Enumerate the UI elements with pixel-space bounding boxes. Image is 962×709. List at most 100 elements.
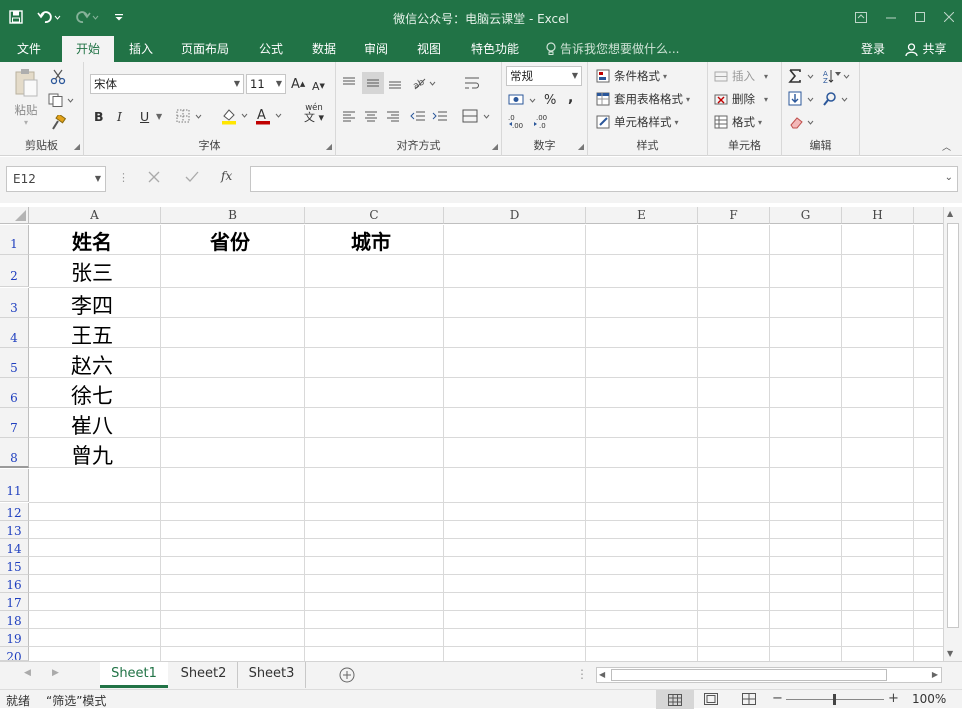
horizontal-scroll-thumb[interactable] — [611, 669, 887, 681]
cell-a2[interactable]: 张三 — [71, 257, 113, 287]
column-header-h[interactable]: H — [842, 207, 914, 224]
zoom-in-icon[interactable]: + — [888, 691, 899, 706]
number-launcher-icon[interactable]: ◢ — [578, 142, 584, 151]
minimize-icon[interactable] — [880, 6, 902, 28]
row-header-20[interactable]: 20 — [0, 647, 29, 661]
worksheet-grid[interactable]: A B C D E F G H 1 2 3 4 5 6 7 8 11 12 13… — [0, 203, 962, 661]
tab-file[interactable]: 文件 — [4, 36, 54, 62]
zoom-out-icon[interactable]: − — [772, 691, 783, 706]
row-header-11[interactable]: 11 — [0, 469, 29, 502]
wrap-text-icon[interactable] — [464, 72, 486, 94]
cell-a8[interactable]: 曾九 — [71, 440, 113, 470]
clear-icon[interactable] — [788, 113, 818, 131]
underline-button[interactable]: U — [140, 107, 154, 125]
number-format-select[interactable]: 常规 ▼ — [506, 66, 582, 86]
row-header-8[interactable]: 8 — [0, 438, 29, 468]
login-link[interactable]: 登录 — [852, 36, 894, 62]
cell-a6[interactable]: 徐七 — [71, 380, 113, 410]
paste-button[interactable]: 粘贴 ▾ — [8, 68, 44, 130]
align-center-icon[interactable] — [364, 107, 382, 125]
increase-decimal-icon[interactable]: .0.00 — [508, 112, 528, 130]
row-header-16[interactable]: 16 — [0, 575, 29, 593]
row-header-6[interactable]: 6 — [0, 378, 29, 408]
tab-review[interactable]: 审阅 — [353, 36, 399, 62]
sheet-tab-sheet3[interactable]: Sheet3 — [238, 662, 306, 688]
font-size-select[interactable]: 11 ▼ — [246, 74, 286, 94]
fill-color-icon[interactable] — [220, 106, 252, 126]
font-color-icon[interactable]: A — [254, 106, 286, 126]
row-header-5[interactable]: 5 — [0, 348, 29, 378]
row-header-18[interactable]: 18 — [0, 611, 29, 629]
align-right-icon[interactable] — [386, 107, 404, 125]
expand-formula-bar-icon[interactable]: ⌄ — [945, 172, 953, 183]
tab-formulas[interactable]: 公式 — [248, 36, 294, 62]
cell-a4[interactable]: 王五 — [71, 320, 113, 350]
cell-b1[interactable]: 省份 — [210, 226, 250, 255]
format-cells-button[interactable]: 格式 ▾ — [714, 113, 762, 131]
cut-icon[interactable] — [50, 68, 68, 86]
column-header-e[interactable]: E — [586, 207, 698, 224]
maximize-icon[interactable] — [909, 6, 931, 28]
borders-icon[interactable] — [176, 107, 206, 125]
cell-c1[interactable]: 城市 — [351, 226, 391, 255]
cell-a5[interactable]: 赵六 — [71, 350, 113, 380]
align-left-icon[interactable] — [342, 107, 360, 125]
row-header-2[interactable]: 2 — [0, 255, 29, 287]
align-middle-icon[interactable] — [362, 72, 384, 94]
tell-me-box[interactable]: 告诉我您想要做什么... — [546, 36, 696, 62]
row-header-14[interactable]: 14 — [0, 539, 29, 557]
tab-home[interactable]: 开始 — [62, 36, 114, 62]
merge-center-icon[interactable] — [462, 106, 494, 126]
normal-view-icon[interactable] — [656, 690, 694, 709]
ribbon-display-icon[interactable] — [850, 6, 872, 28]
row-header-17[interactable]: 17 — [0, 593, 29, 611]
find-select-icon[interactable] — [822, 90, 852, 108]
font-launcher-icon[interactable]: ◢ — [326, 142, 332, 151]
cell-a7[interactable]: 崔八 — [71, 410, 113, 440]
column-header-a[interactable]: A — [29, 207, 161, 224]
fill-down-icon[interactable] — [788, 90, 818, 108]
row-header-3[interactable]: 3 — [0, 288, 29, 318]
sheet-tab-sheet1[interactable]: Sheet1 — [100, 662, 168, 688]
cell-a3[interactable]: 李四 — [71, 290, 113, 320]
vertical-scroll-thumb[interactable] — [947, 223, 959, 628]
scroll-up-icon[interactable]: ▲ — [947, 209, 953, 218]
format-painter-icon[interactable] — [50, 114, 68, 132]
cancel-entry-icon[interactable] — [148, 171, 160, 183]
row-header-15[interactable]: 15 — [0, 557, 29, 575]
comma-style-button[interactable]: , — [568, 89, 578, 107]
row-header-13[interactable]: 13 — [0, 521, 29, 539]
confirm-entry-icon[interactable] — [185, 171, 199, 183]
collapse-ribbon-icon[interactable]: ︿ — [942, 140, 956, 153]
row-header-7[interactable]: 7 — [0, 408, 29, 438]
tab-insert[interactable]: 插入 — [118, 36, 164, 62]
tab-split-handle-icon[interactable]: ⋮ — [576, 667, 588, 681]
autosum-icon[interactable] — [788, 67, 818, 85]
column-header-b[interactable]: B — [161, 207, 305, 224]
conditional-formatting-button[interactable]: 条件格式 ▾ — [596, 67, 667, 85]
share-button[interactable]: 共享 — [896, 36, 956, 62]
name-box[interactable]: E12 ▼ — [6, 166, 106, 192]
next-sheet-icon[interactable]: ▶ — [52, 668, 59, 678]
phonetic-guide-button[interactable]: wén 文 ▾ — [298, 104, 330, 126]
align-bottom-icon[interactable] — [388, 74, 406, 92]
horizontal-scrollbar[interactable]: ◀ ▶ — [596, 667, 942, 683]
zoom-slider-thumb[interactable] — [833, 694, 836, 705]
column-header-g[interactable]: G — [770, 207, 842, 224]
row-header-1[interactable]: 1 — [0, 225, 29, 255]
copy-icon[interactable] — [48, 91, 78, 109]
column-header-f[interactable]: F — [698, 207, 770, 224]
sort-filter-icon[interactable]: AZ — [822, 67, 852, 85]
page-layout-view-icon[interactable] — [704, 693, 718, 705]
scroll-right-icon[interactable]: ▶ — [932, 670, 938, 679]
scroll-left-icon[interactable]: ◀ — [599, 670, 605, 679]
increase-font-size-icon[interactable]: A ▲ — [291, 75, 307, 93]
underline-dropdown-icon[interactable]: ▼ — [156, 107, 166, 125]
column-header-d[interactable]: D — [444, 207, 586, 224]
italic-button[interactable]: I — [117, 107, 133, 125]
insert-cells-button[interactable]: 插入 ▾ — [714, 67, 768, 85]
select-all-button[interactable] — [0, 207, 29, 224]
tab-view[interactable]: 视图 — [406, 36, 452, 62]
decrease-indent-icon[interactable] — [410, 107, 428, 125]
accounting-format-icon[interactable] — [508, 91, 538, 109]
